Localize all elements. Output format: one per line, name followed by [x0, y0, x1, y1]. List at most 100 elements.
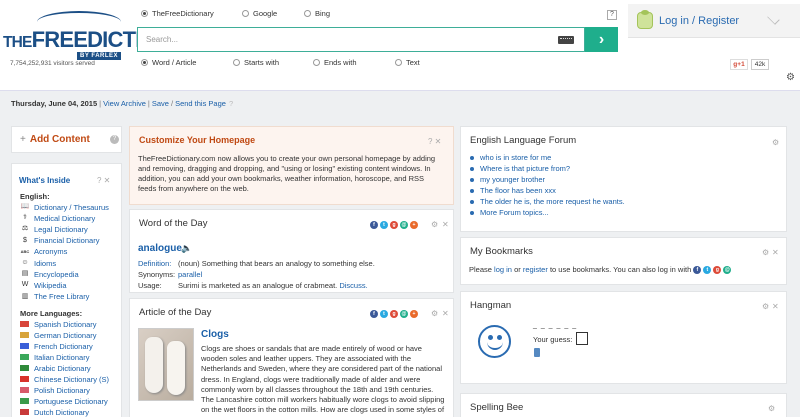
gear-icon[interactable]: ⚙	[762, 248, 769, 257]
forum-topic-link[interactable]: The older he is, the more request he wan…	[470, 197, 625, 206]
googleplus-icon[interactable]: g	[390, 221, 398, 229]
synonym-link[interactable]: parallel	[178, 270, 202, 279]
language-link[interactable]: German Dictionary	[20, 330, 97, 340]
login-panel[interactable]: Log in / Register	[628, 4, 800, 38]
word-of-the-day-panel: Word of the Day f t g @ + ⚙ ✕ analogue 🔈 Def…	[129, 209, 454, 293]
gear-icon[interactable]: ⚙	[431, 309, 438, 318]
email-icon[interactable]: @	[400, 310, 408, 318]
whats-inside-panel: What's Inside ? ✕ English: 📖 Dictionary /…	[11, 163, 122, 417]
forum-topic-link[interactable]: who is in store for me	[470, 153, 551, 162]
dollar-icon: $	[23, 236, 27, 244]
save-link[interactable]: Save	[152, 99, 169, 108]
language-link[interactable]: Dutch Dictionary	[20, 407, 89, 417]
article-title-link[interactable]: Clogs	[201, 329, 229, 340]
language-link[interactable]: Arabic Dictionary	[20, 363, 91, 373]
search-input[interactable]	[138, 28, 558, 51]
panel-tools[interactable]: ? ✕	[97, 176, 110, 185]
google-plus-button[interactable]: g+1	[730, 59, 748, 70]
site-logo[interactable]: THEFREEDICTIONARY BY FARLEX	[3, 11, 216, 60]
mode-starts-radio[interactable]: Starts with	[233, 58, 279, 67]
hangman-panel: Hangman ⚙ ✕ _ _ _ _ _ _ Your guess:	[460, 291, 787, 384]
bookmarks-text: Please log in or register to use bookmar…	[469, 265, 732, 274]
facebook-icon[interactable]: f	[370, 310, 378, 318]
search-help-button[interactable]: ?	[607, 10, 617, 20]
email-icon[interactable]: @	[400, 221, 408, 229]
login-link[interactable]: log in	[494, 265, 512, 274]
share-bar: f t g @ +	[370, 221, 418, 229]
facebook-icon[interactable]: f	[370, 221, 378, 229]
language-link[interactable]: Spanish Dictionary	[20, 319, 97, 329]
guess-label: Your guess:	[533, 335, 573, 344]
close-icon[interactable]: ✕	[442, 309, 449, 318]
discuss-link[interactable]: Discuss.	[339, 281, 367, 290]
whats-inside-link[interactable]: W Wikipedia	[20, 280, 67, 290]
view-archive-link[interactable]: View Archive	[103, 99, 146, 108]
googleplus-icon[interactable]: g	[390, 310, 398, 318]
search-button[interactable]: ›	[585, 27, 618, 52]
customize-homepage-panel: Customize Your Homepage ? ✕ TheFreeDicti…	[129, 126, 454, 205]
twitter-icon[interactable]: t	[703, 265, 712, 274]
facebook-icon[interactable]: f	[693, 265, 702, 274]
gear-icon[interactable]: ⚙	[786, 72, 795, 83]
close-icon[interactable]: ✕	[772, 248, 779, 257]
panel-title: Article of the Day	[139, 307, 212, 318]
forum-topic-link[interactable]: More Forum topics...	[470, 208, 549, 217]
gear-icon[interactable]: ⚙	[772, 138, 779, 147]
whats-inside-link[interactable]: ▥ The Free Library	[20, 292, 90, 302]
share-icon[interactable]: +	[410, 221, 418, 229]
whats-inside-link[interactable]: ☺ Idioms	[20, 258, 56, 268]
search-engine-selector: TheFreeDictionary Google Bing	[141, 9, 621, 21]
help-icon[interactable]: ?	[110, 135, 119, 144]
speaker-icon[interactable]: 🔈	[181, 243, 192, 254]
gear-icon[interactable]: ⚙	[768, 404, 775, 413]
twitter-icon[interactable]: t	[380, 310, 388, 318]
email-icon[interactable]: @	[723, 265, 732, 274]
panel-tools[interactable]: ? ✕	[428, 137, 441, 146]
whats-inside-link[interactable]: 📖 Dictionary / Thesaurus	[20, 202, 109, 212]
guess-input[interactable]	[576, 332, 588, 345]
share-icon[interactable]: +	[410, 310, 418, 318]
forum-topic-link[interactable]: Where is that picture from?	[470, 164, 570, 173]
usage-row: Usage: Surimi is marketed as an analogue …	[138, 281, 368, 290]
whats-inside-link[interactable]: $ Financial Dictionary	[20, 236, 99, 246]
section-label: More Languages:	[20, 309, 83, 318]
definition-row: Definition: (noun) Something that bears a…	[138, 259, 375, 268]
plus-icon: +	[20, 134, 26, 145]
language-link[interactable]: Portuguese Dictionary	[20, 396, 108, 406]
language-link[interactable]: Chinese Dictionary (S)	[20, 374, 109, 384]
language-link[interactable]: Polish Dictionary	[20, 385, 90, 395]
panel-title: English Language Forum	[470, 135, 577, 146]
googleplus-icon[interactable]: g	[713, 265, 722, 274]
add-content-button[interactable]: + Add Content ?	[11, 126, 122, 153]
mode-text-radio[interactable]: Text	[395, 58, 420, 67]
whats-inside-link[interactable]: ABC Acronyms	[20, 247, 68, 257]
register-link[interactable]: register	[523, 265, 548, 274]
mode-word-radio[interactable]: Word / Article	[141, 58, 196, 67]
word-link[interactable]: analogue	[138, 243, 182, 254]
forum-topic-link[interactable]: my younger brother	[470, 175, 545, 184]
panel-title: Spelling Bee	[470, 402, 524, 413]
gear-icon[interactable]: ⚙	[431, 220, 438, 229]
keyboard-icon[interactable]	[558, 36, 574, 44]
forum-topic-link[interactable]: The floor has been xxx	[470, 186, 556, 195]
whats-inside-link[interactable]: ⚕ Medical Dictionary	[20, 213, 95, 223]
flag-icon	[20, 354, 29, 360]
engine-google-radio[interactable]: Google	[242, 9, 277, 18]
engine-tfd-radio[interactable]: TheFreeDictionary	[141, 9, 214, 18]
language-link[interactable]: French Dictionary	[20, 341, 93, 351]
twitter-icon[interactable]: t	[380, 221, 388, 229]
radio-dot	[141, 59, 148, 66]
send-page-link[interactable]: Send this Page	[175, 99, 226, 108]
gear-icon[interactable]: ⚙	[762, 302, 769, 311]
login-register-link[interactable]: Log in / Register	[659, 15, 739, 27]
chevron-down-icon[interactable]	[766, 13, 782, 23]
language-link[interactable]: Italian Dictionary	[20, 352, 89, 362]
help-icon[interactable]: ?	[229, 99, 233, 108]
pulse-icon: ⚕	[23, 214, 27, 222]
whats-inside-link[interactable]: ⚖ Legal Dictionary	[20, 224, 88, 234]
whats-inside-link[interactable]: ▤ Encyclopedia	[20, 269, 79, 279]
close-icon[interactable]: ✕	[442, 220, 449, 229]
mode-ends-radio[interactable]: Ends with	[313, 58, 357, 67]
engine-bing-radio[interactable]: Bing	[304, 9, 330, 18]
close-icon[interactable]: ✕	[772, 302, 779, 311]
